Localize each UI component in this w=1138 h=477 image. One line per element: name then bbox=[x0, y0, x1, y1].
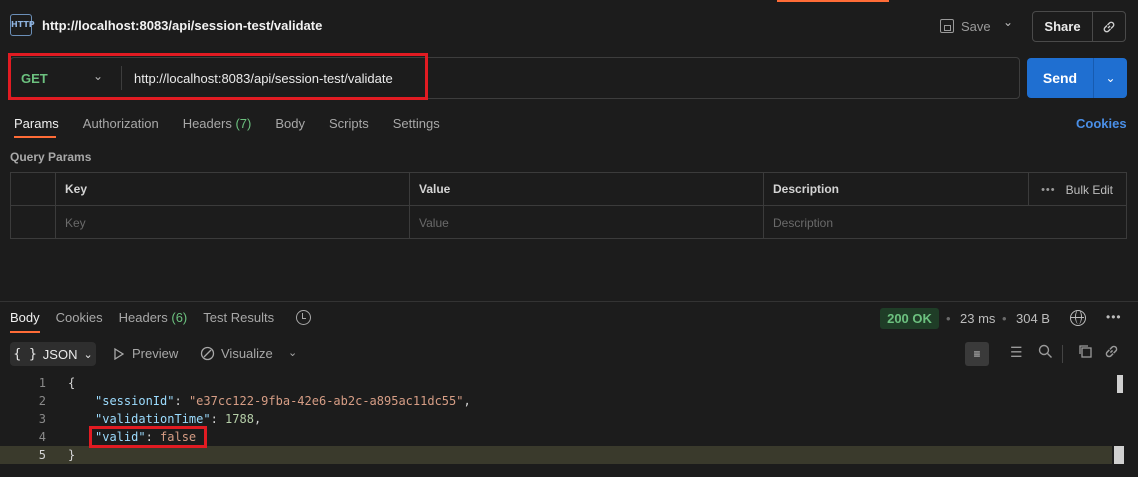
highlight-box-url bbox=[8, 53, 428, 100]
cookies-link[interactable]: Cookies bbox=[1076, 116, 1127, 131]
close-brace: } bbox=[68, 448, 76, 462]
share-button[interactable]: Share bbox=[1033, 12, 1093, 41]
request-title[interactable]: http://localhost:8083/api/session-test/v… bbox=[42, 18, 322, 33]
link-icon bbox=[1103, 21, 1115, 32]
scrollbar-marker bbox=[1114, 446, 1124, 464]
visualize-label: Visualize bbox=[221, 346, 273, 361]
format-select[interactable]: { } JSON ⌄ bbox=[10, 342, 96, 366]
link-icon[interactable] bbox=[1104, 344, 1119, 362]
copy-link-button[interactable] bbox=[1093, 12, 1125, 41]
table-row: Key Value Description bbox=[11, 206, 1126, 239]
key-input[interactable]: Key bbox=[55, 206, 409, 239]
separator-dot: • bbox=[1002, 311, 1007, 326]
http-icon: HTTP bbox=[10, 14, 35, 36]
tab-response-body[interactable]: Body bbox=[10, 310, 40, 325]
code-line: 2 "sessionId": "e37cc122-9fba-42e6-ab2c-… bbox=[0, 392, 1112, 410]
preview-button[interactable]: Preview bbox=[114, 346, 178, 361]
copy-glyph bbox=[1079, 345, 1092, 358]
request-header: HTTP http://localhost:8083/api/session-t… bbox=[0, 0, 1138, 52]
open-brace: { bbox=[68, 376, 76, 390]
scrollbar-thumb[interactable] bbox=[1117, 375, 1123, 393]
line-number: 2 bbox=[38, 394, 46, 408]
active-tab-accent bbox=[777, 0, 889, 2]
format-label: JSON bbox=[42, 346, 78, 362]
tab-settings[interactable]: Settings bbox=[393, 116, 440, 131]
column-header-description: Description bbox=[763, 173, 1028, 205]
line-number: 4 bbox=[38, 430, 46, 444]
wrap-icon[interactable]: ≡ bbox=[965, 342, 989, 366]
query-params-table: Key Value Description ••• Bulk Edit Key … bbox=[10, 172, 1127, 239]
save-chevron-down-icon[interactable]: ⌄ bbox=[1003, 15, 1013, 29]
search-icon[interactable] bbox=[1038, 344, 1053, 362]
code-line: 1 { bbox=[0, 374, 1112, 392]
search-glyph bbox=[1038, 344, 1052, 358]
send-button[interactable]: Send bbox=[1027, 58, 1094, 98]
save-label: Save bbox=[961, 18, 991, 34]
query-params-label: Query Params bbox=[10, 150, 92, 164]
tab-headers[interactable]: Headers (7) bbox=[183, 116, 252, 131]
tab-response-headers[interactable]: Headers (6) bbox=[119, 310, 188, 325]
line-number: 5 bbox=[38, 448, 46, 462]
preview-label: Preview bbox=[132, 346, 179, 361]
response-time[interactable]: 23 ms bbox=[960, 311, 995, 326]
send-group: Send ⌄ bbox=[1027, 58, 1127, 98]
status-badge[interactable]: 200 OK bbox=[880, 308, 939, 329]
json-value: 1788 bbox=[225, 412, 254, 426]
json-key: "sessionId" bbox=[95, 394, 175, 408]
more-icon: ••• bbox=[1041, 183, 1056, 196]
column-header-value: Value bbox=[409, 173, 763, 205]
table-header-row: Key Value Description ••• Bulk Edit bbox=[11, 173, 1126, 206]
line-number: 1 bbox=[38, 376, 46, 390]
response-headers-count: (6) bbox=[171, 310, 188, 325]
value-input[interactable]: Value bbox=[409, 206, 763, 239]
response-size[interactable]: 304 B bbox=[1016, 311, 1050, 326]
bulk-edit-button[interactable]: ••• Bulk Edit bbox=[1041, 173, 1113, 206]
copy-icon[interactable] bbox=[1078, 344, 1093, 362]
globe-icon[interactable] bbox=[1070, 310, 1086, 326]
filter-icon[interactable]: ☰ bbox=[1010, 344, 1023, 361]
tab-body[interactable]: Body bbox=[275, 116, 305, 131]
chevron-down-icon: ⌄ bbox=[83, 348, 93, 361]
response-toolbar: { } JSON ⌄ Preview Visualize ⌄ ≡ ☰ bbox=[10, 342, 1127, 366]
send-chevron-down-icon[interactable]: ⌄ bbox=[1094, 58, 1127, 98]
separator-dot: • bbox=[946, 311, 951, 326]
tab-scripts[interactable]: Scripts bbox=[329, 116, 369, 131]
divider bbox=[1028, 173, 1029, 205]
bulk-edit-label: Bulk Edit bbox=[1065, 182, 1113, 197]
link-glyph bbox=[1105, 345, 1118, 358]
save-button[interactable]: Save bbox=[940, 13, 991, 39]
tab-authorization[interactable]: Authorization bbox=[83, 116, 159, 131]
code-line-current: 5 } bbox=[0, 446, 1112, 464]
divider[interactable] bbox=[0, 301, 1138, 302]
json-key: "validationTime" bbox=[95, 412, 211, 426]
visualize-button[interactable]: Visualize bbox=[200, 346, 273, 361]
json-value: "e37cc122-9fba-42e6-ab2c-a895ac11dc55" bbox=[188, 394, 464, 408]
braces-icon: { } bbox=[13, 346, 37, 362]
history-icon[interactable] bbox=[296, 310, 311, 325]
tab-test-results[interactable]: Test Results bbox=[203, 310, 274, 325]
tab-params[interactable]: Params bbox=[14, 116, 59, 131]
highlight-box-valid bbox=[89, 426, 207, 448]
more-icon[interactable]: ••• bbox=[1106, 310, 1122, 324]
divider bbox=[1062, 345, 1063, 363]
headers-count: (7) bbox=[235, 116, 252, 131]
active-tab-underline bbox=[10, 331, 40, 333]
code-text: "sessionId": "e37cc122-9fba-42e6-ab2c-a8… bbox=[95, 394, 471, 408]
chevron-down-icon[interactable]: ⌄ bbox=[288, 346, 297, 359]
description-input[interactable]: Description bbox=[763, 206, 1128, 239]
preview-icon bbox=[114, 347, 124, 360]
column-header-key: Key bbox=[55, 173, 409, 205]
share-group: Share bbox=[1032, 11, 1126, 42]
tab-response-cookies[interactable]: Cookies bbox=[56, 310, 103, 325]
response-tabs: Body Cookies Headers (6) Test Results bbox=[10, 310, 274, 325]
visualize-icon bbox=[200, 346, 215, 361]
save-icon bbox=[940, 19, 954, 33]
line-number: 3 bbox=[38, 412, 46, 426]
active-tab-underline bbox=[14, 136, 56, 138]
request-tabs: Params Authorization Headers (7) Body Sc… bbox=[14, 116, 440, 131]
